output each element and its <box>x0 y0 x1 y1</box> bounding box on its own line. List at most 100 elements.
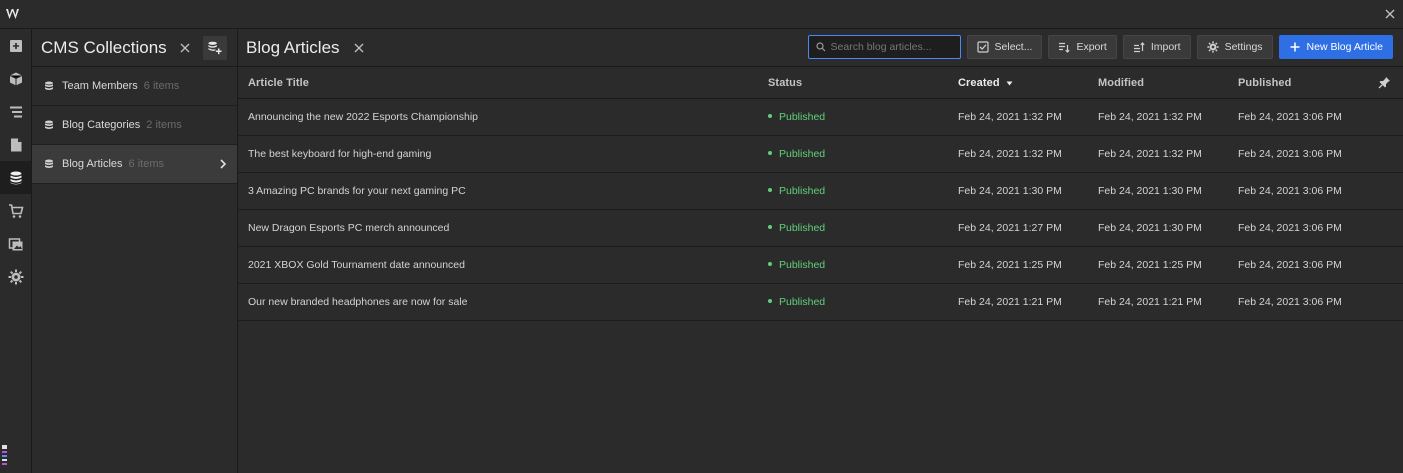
close-icon[interactable] <box>1383 7 1397 21</box>
export-button[interactable]: Export <box>1048 35 1117 59</box>
collection-name: Blog Articles <box>62 158 123 170</box>
created-cell: Feb 24, 2021 1:21 PM <box>958 296 1062 308</box>
modified-cell: Feb 24, 2021 1:32 PM <box>1098 148 1202 160</box>
pin-icon[interactable] <box>1378 76 1391 89</box>
created-cell: Feb 24, 2021 1:30 PM <box>958 185 1062 197</box>
settings-label: Settings <box>1224 41 1263 53</box>
collection-count: 2 items <box>146 119 182 131</box>
table-row[interactable]: Announcing the new 2022 Esports Champion… <box>238 99 1403 136</box>
article-title-cell: 2021 XBOX Gold Tournament date announced <box>248 259 465 271</box>
article-title-cell: 3 Amazing PC brands for your next gaming… <box>248 185 466 197</box>
collection-item-blog-articles[interactable]: Blog Articles 6 items <box>32 145 237 184</box>
table-row[interactable]: New Dragon Esports PC merch announced Pu… <box>238 210 1403 247</box>
status-badge: Published <box>768 296 825 308</box>
modified-cell: Feb 24, 2021 1:30 PM <box>1098 185 1202 197</box>
export-icon <box>1059 42 1071 53</box>
published-cell: Feb 24, 2021 3:06 PM <box>1238 222 1342 234</box>
modified-cell: Feb 24, 2021 1:30 PM <box>1098 222 1202 234</box>
checkbox-icon <box>976 41 989 53</box>
collection-name: Team Members <box>62 80 138 92</box>
settings-rail-button[interactable] <box>0 260 31 293</box>
user-avatar-icon[interactable] <box>1 443 9 469</box>
table-row[interactable]: 2021 XBOX Gold Tournament date announced… <box>238 247 1403 284</box>
cart-icon <box>8 203 24 218</box>
ecommerce-button[interactable] <box>0 194 31 227</box>
select-button[interactable]: Select... <box>966 35 1043 59</box>
status-badge: Published <box>768 222 825 234</box>
article-title-cell: Our new branded headphones are now for s… <box>248 296 468 308</box>
modified-cell: Feb 24, 2021 1:32 PM <box>1098 111 1202 123</box>
top-bar <box>0 0 1403 29</box>
published-cell: Feb 24, 2021 3:06 PM <box>1238 296 1342 308</box>
column-header-created-sorted[interactable]: Created <box>958 77 1013 89</box>
published-cell: Feb 24, 2021 3:06 PM <box>1238 111 1342 123</box>
pages-button[interactable] <box>0 128 31 161</box>
add-panel-button[interactable] <box>0 29 31 62</box>
published-cell: Feb 24, 2021 3:06 PM <box>1238 148 1342 160</box>
symbols-box-icon <box>9 72 22 85</box>
search-input[interactable] <box>830 41 951 53</box>
created-cell: Feb 24, 2021 1:25 PM <box>958 259 1062 271</box>
database-icon <box>45 120 53 129</box>
add-collection-button[interactable] <box>202 35 227 60</box>
collection-item-blog-categories[interactable]: Blog Categories 2 items <box>32 106 237 145</box>
settings-button[interactable]: Settings <box>1196 35 1273 59</box>
collection-count: 6 items <box>143 80 180 92</box>
navigator-button[interactable] <box>0 95 31 128</box>
table-body: Announcing the new 2022 Esports Champion… <box>238 99 1403 321</box>
import-label: Import <box>1150 41 1181 53</box>
column-header-published[interactable]: Published <box>1238 77 1291 89</box>
assets-button[interactable] <box>0 227 31 260</box>
column-header-article-title[interactable]: Article Title <box>248 77 309 89</box>
import-icon <box>1133 42 1145 53</box>
table-row[interactable]: 3 Amazing PC brands for your next gaming… <box>238 173 1403 210</box>
close-panel-icon[interactable] <box>353 42 365 54</box>
page-title: Blog Articles <box>246 37 340 57</box>
published-cell: Feb 24, 2021 3:06 PM <box>1238 259 1342 271</box>
article-title-cell: Announcing the new 2022 Esports Champion… <box>248 111 478 123</box>
cms-button[interactable] <box>0 161 31 194</box>
collection-name: Blog Categories <box>62 119 141 131</box>
table-row[interactable]: Our new branded headphones are now for s… <box>238 284 1403 321</box>
new-article-label: New Blog Article <box>1306 41 1383 53</box>
blog-articles-panel: Blog Articles Select... Export Import Se <box>238 29 1403 473</box>
navigator-icon <box>9 106 22 117</box>
toolbar: Select... Export Import Settings New Blo… <box>807 35 1393 59</box>
close-collections-icon[interactable] <box>179 42 191 54</box>
table-row[interactable]: The best keyboard for high-end gaming Pu… <box>238 136 1403 173</box>
assets-icon <box>8 237 22 250</box>
modified-cell: Feb 24, 2021 1:21 PM <box>1098 296 1202 308</box>
status-badge: Published <box>768 148 825 160</box>
published-cell: Feb 24, 2021 3:06 PM <box>1238 185 1342 197</box>
gear-icon <box>8 269 23 284</box>
collections-title: CMS Collections <box>41 37 167 57</box>
add-panel-icon <box>9 39 22 52</box>
search-icon <box>815 42 825 52</box>
status-badge: Published <box>768 185 825 197</box>
main-header: Blog Articles Select... Export Import Se <box>238 29 1403 67</box>
created-cell: Feb 24, 2021 1:27 PM <box>958 222 1062 234</box>
database-icon <box>10 171 21 184</box>
new-blog-article-button[interactable]: New Blog Article <box>1278 35 1393 59</box>
symbols-button[interactable] <box>0 62 31 95</box>
article-title-cell: New Dragon Esports PC merch announced <box>248 222 450 234</box>
import-button[interactable]: Import <box>1122 35 1191 59</box>
column-header-status[interactable]: Status <box>768 77 802 89</box>
database-icon <box>45 159 53 168</box>
modified-cell: Feb 24, 2021 1:25 PM <box>1098 259 1202 271</box>
status-badge: Published <box>768 111 825 123</box>
created-header-label: Created <box>958 77 1000 89</box>
search-box[interactable] <box>807 35 961 59</box>
article-title-cell: The best keyboard for high-end gaming <box>248 148 432 160</box>
select-label: Select... <box>994 41 1033 53</box>
collection-item-team-members[interactable]: Team Members 6 items <box>32 67 237 106</box>
created-cell: Feb 24, 2021 1:32 PM <box>958 148 1062 160</box>
webflow-logo-icon[interactable] <box>5 6 23 22</box>
created-cell: Feb 24, 2021 1:32 PM <box>958 111 1062 123</box>
export-label: Export <box>1076 41 1107 53</box>
column-header-modified[interactable]: Modified <box>1098 77 1144 89</box>
database-icon <box>45 81 53 90</box>
gear-icon <box>1206 41 1219 53</box>
status-badge: Published <box>768 259 825 271</box>
collection-count: 6 items <box>128 158 164 170</box>
